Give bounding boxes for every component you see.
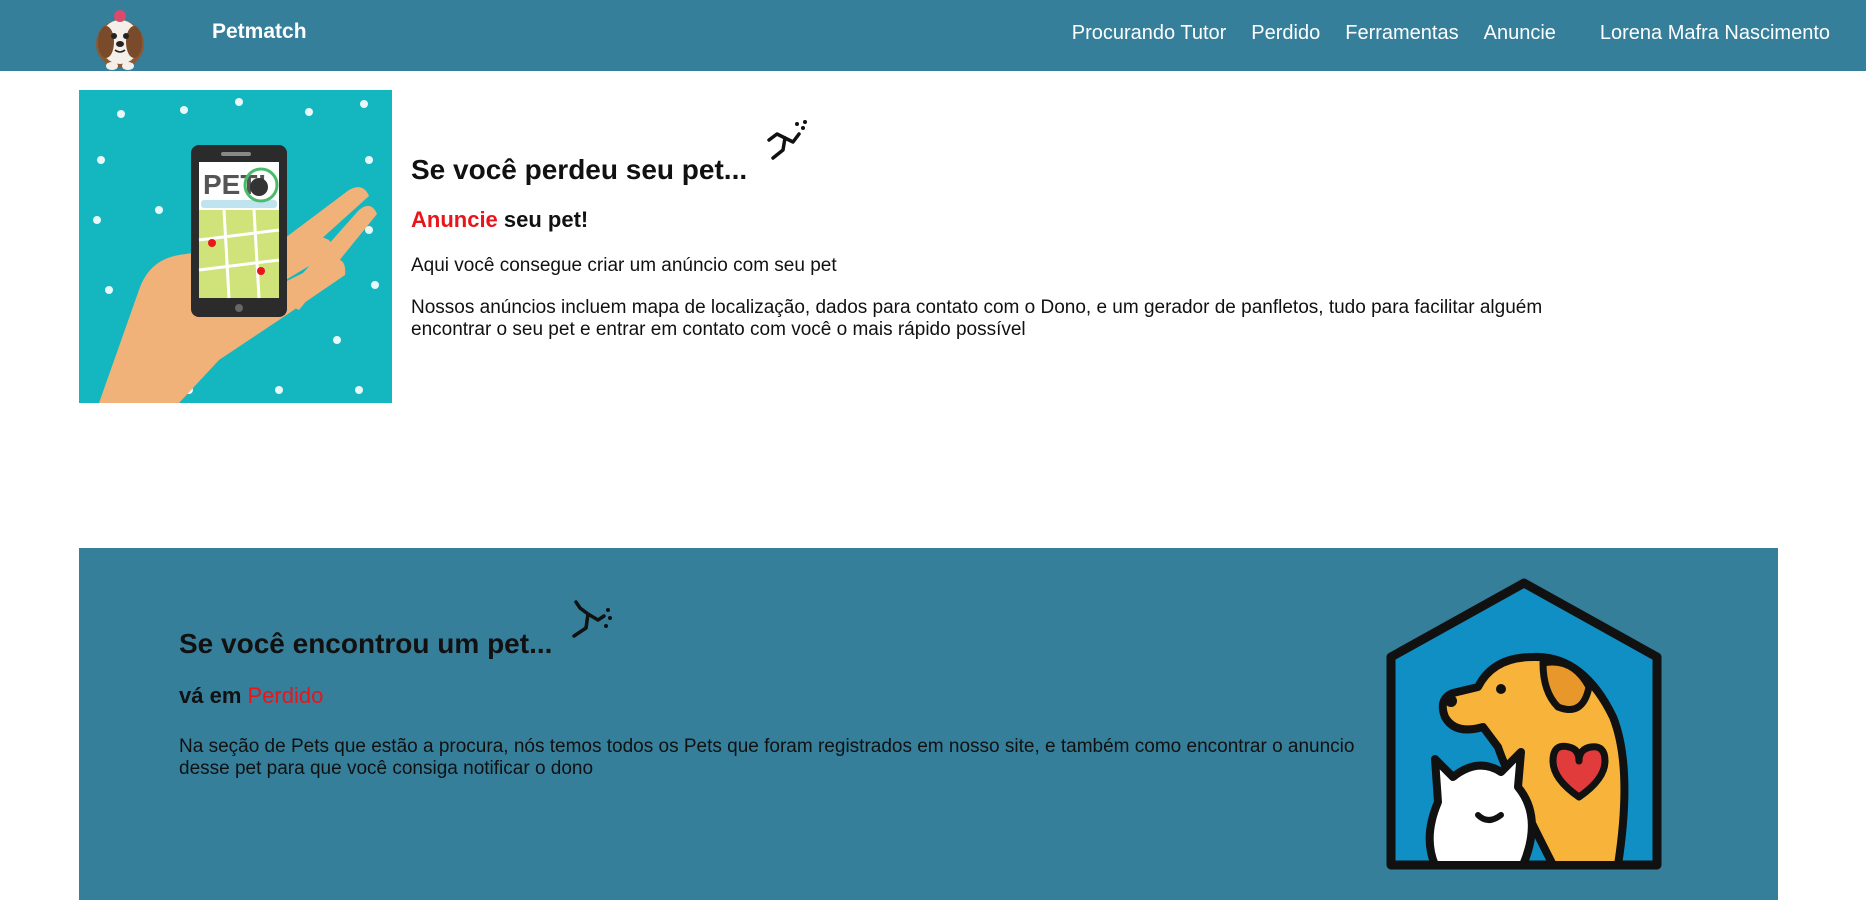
pets-house-icon (1386, 578, 1662, 870)
navbar: Petmatch Procurando Tutor Perdido Ferram… (0, 0, 1866, 71)
lost-pet-content: Se você perdeu seu pet... Anuncie seu pe… (411, 120, 1611, 341)
nav-link-perdido[interactable]: Perdido (1251, 22, 1320, 45)
runner-icon (767, 120, 808, 160)
brand-link[interactable]: Petmatch (212, 20, 307, 44)
lost-subtitle-rest: seu pet! (497, 207, 589, 232)
found-pet-subtitle: vá em Perdido (179, 683, 1379, 709)
lost-pet-title: Se você perdeu seu pet... (411, 154, 748, 185)
nav-link-ferramentas[interactable]: Ferramentas (1345, 22, 1458, 45)
runner-icon (572, 600, 613, 638)
user-menu-link[interactable]: Lorena Mafra Nascimento (1600, 22, 1830, 45)
nav-link-anuncie[interactable]: Anuncie (1484, 22, 1556, 45)
anuncie-highlight[interactable]: Anuncie (411, 207, 498, 232)
found-pet-content: Se você encontrou um pet... vá em Perdid… (179, 600, 1379, 780)
perdido-link[interactable]: Perdido (248, 683, 324, 708)
found-pet-title: Se você encontrou um pet... (179, 628, 553, 659)
lost-paragraph-1: Aqui você consegue criar um anúncio com … (411, 255, 837, 276)
phone-map-illustration: PET! (79, 90, 392, 403)
found-pet-section: Se você encontrou um pet... vá em Perdid… (79, 548, 1778, 900)
found-subtitle-prefix: vá em (179, 683, 248, 708)
dog-logo-icon[interactable] (86, 4, 154, 70)
found-paragraph: Na seção de Pets que estão a procura, nó… (179, 736, 1355, 779)
nav-link-procurando-tutor[interactable]: Procurando Tutor (1072, 22, 1227, 45)
lost-pet-subtitle: Anuncie seu pet! (411, 207, 1611, 233)
nav-menu: Procurando Tutor Perdido Ferramentas Anu… (1047, 0, 1866, 67)
lost-paragraph-2: Nossos anúncios incluem mapa de localiza… (411, 297, 1543, 340)
